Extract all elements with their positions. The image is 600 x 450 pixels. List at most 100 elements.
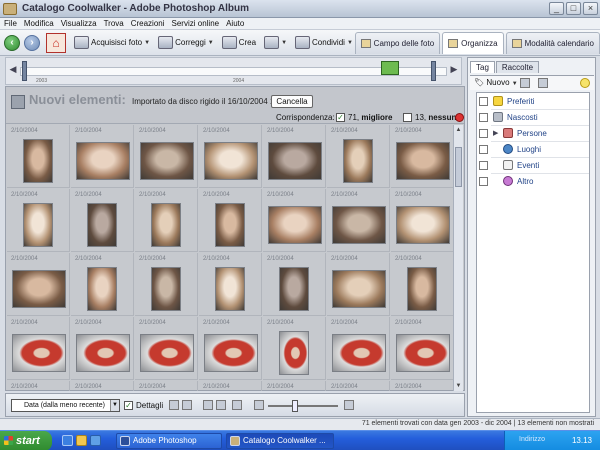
photo-cell[interactable]: 2/10/2004 — [135, 253, 198, 316]
photo-thumbnail[interactable] — [140, 142, 194, 180]
scroll-up-arrow[interactable]: ▲ — [454, 125, 463, 135]
zoom-slider-handle[interactable] — [292, 400, 298, 412]
photo-cell[interactable]: 2/10/2004 — [71, 381, 134, 391]
photo-thumbnail[interactable] — [87, 203, 117, 247]
photo-thumbnail[interactable] — [332, 270, 386, 308]
photo-thumbnail[interactable] — [215, 203, 245, 247]
timeline-position-marker[interactable] — [381, 61, 399, 75]
photo-cell[interactable]: 2/10/2004 — [71, 317, 134, 380]
photo-cell[interactable]: 2/10/2004 — [7, 381, 70, 391]
photo-cell[interactable]: 2/10/2004 — [327, 317, 390, 380]
zoom-in-icon[interactable] — [344, 400, 354, 410]
photo-cell[interactable]: 2/10/2004 — [71, 189, 134, 252]
photo-cell[interactable]: 2/10/2004 — [327, 381, 390, 391]
desktop-icon[interactable] — [90, 435, 101, 446]
photo-cell[interactable]: 2/10/2004 — [263, 253, 326, 316]
tab-tags[interactable]: Tag — [470, 61, 495, 73]
photo-thumbnail[interactable] — [279, 267, 309, 311]
photo-thumbnail[interactable] — [204, 334, 258, 372]
ie-icon[interactable] — [62, 435, 73, 446]
photo-cell[interactable]: 2/10/2004 — [71, 125, 134, 188]
zoom-out-icon[interactable] — [254, 400, 264, 410]
tab-calendar[interactable]: Modalità calendario — [505, 32, 600, 54]
photo-thumbnail[interactable] — [279, 331, 309, 375]
vertical-scrollbar[interactable]: ▲ ▼ — [453, 125, 463, 391]
photo-thumbnail[interactable] — [204, 142, 258, 180]
best-match-checkbox[interactable]: ✓ — [336, 113, 345, 122]
create-button[interactable]: Crea — [221, 36, 256, 49]
fix-button[interactable]: Correggi ▼ — [158, 36, 214, 49]
photo-thumbnail[interactable] — [76, 142, 130, 180]
tag-checkbox[interactable] — [479, 177, 488, 186]
rotate-left-icon[interactable] — [203, 400, 213, 410]
slideshow-icon[interactable] — [232, 400, 242, 410]
photo-cell[interactable]: 2/10/2004 — [263, 317, 326, 380]
photo-thumbnail[interactable] — [268, 206, 322, 244]
back-button[interactable]: ‹ — [4, 34, 20, 51]
photo-cell[interactable]: 2/10/2004 — [199, 189, 262, 252]
tag-favorites[interactable]: Preferiti — [477, 95, 589, 108]
single-photo-view-icon[interactable] — [169, 400, 179, 410]
photo-thumbnail[interactable] — [23, 203, 53, 247]
tab-photo-well[interactable]: Campo delle foto — [354, 32, 441, 54]
minimize-button[interactable]: _ — [549, 2, 564, 15]
photo-cell[interactable]: 2/10/2004 — [199, 381, 262, 391]
photo-thumbnail[interactable] — [151, 203, 181, 247]
photo-cell[interactable]: 2/10/2004 — [263, 189, 326, 252]
tab-collections[interactable]: Raccolte — [495, 61, 540, 73]
photo-cell[interactable]: 2/10/2004 — [199, 317, 262, 380]
menu-find[interactable]: Trova — [104, 19, 124, 28]
photo-cell[interactable]: 2/10/2004 — [391, 189, 454, 252]
tag-checkbox[interactable] — [479, 145, 488, 154]
home-button[interactable]: ⌂ — [46, 32, 66, 53]
photo-cell[interactable]: 2/10/2004 — [327, 253, 390, 316]
tag-people[interactable]: ▶ Persone — [477, 127, 589, 140]
menu-edit[interactable]: Modifica — [24, 19, 54, 28]
timeline-end-handle[interactable] — [431, 61, 436, 81]
photo-cell[interactable]: 2/10/2004 — [391, 381, 454, 391]
photo-thumbnail[interactable] — [23, 139, 53, 183]
photo-cell[interactable]: 2/10/2004 — [327, 189, 390, 252]
photo-cell[interactable]: 2/10/2004 — [327, 125, 390, 188]
photo-cell[interactable]: 2/10/2004 — [199, 253, 262, 316]
photo-cell[interactable]: 2/10/2004 — [135, 189, 198, 252]
scroll-down-arrow[interactable]: ▼ — [454, 381, 463, 391]
photo-cell[interactable]: 2/10/2004 — [135, 125, 198, 188]
photo-thumbnail[interactable] — [396, 334, 450, 372]
taskbar-photoshop[interactable]: Adobe Photoshop — [116, 433, 222, 449]
photo-cell[interactable]: 2/10/2004 — [391, 125, 454, 188]
tag-checkbox[interactable] — [479, 97, 488, 106]
photo-thumbnail[interactable] — [76, 334, 130, 372]
timeline[interactable]: ◀ 2003 2004 ▶ — [5, 57, 462, 85]
photo-thumbnail[interactable] — [268, 142, 322, 180]
expand-arrow-icon[interactable]: ▶ — [493, 129, 498, 137]
photo-cell[interactable]: 2/10/2004 — [7, 253, 70, 316]
photo-thumbnail[interactable] — [12, 270, 66, 308]
sort-order-select[interactable]: Data (dalla meno recente) ▼ — [11, 399, 120, 412]
tag-checkbox[interactable] — [479, 161, 488, 170]
photo-thumbnail[interactable] — [407, 267, 437, 311]
edit-icon[interactable] — [538, 78, 548, 88]
compare-view-icon[interactable] — [182, 400, 192, 410]
close-button[interactable]: × — [583, 2, 598, 15]
photo-cell[interactable]: 2/10/2004 — [199, 125, 262, 188]
photo-cell[interactable]: 2/10/2004 — [135, 381, 198, 391]
photo-thumbnail[interactable] — [332, 206, 386, 244]
taskbar-photoshop-album[interactable]: Catalogo Coolwalker ... — [226, 433, 334, 449]
timeline-left-arrow[interactable]: ◀ — [8, 64, 18, 78]
zoom-slider-track[interactable] — [268, 405, 338, 407]
no-match-checkbox[interactable] — [403, 113, 412, 122]
photo-thumbnail[interactable] — [140, 334, 194, 372]
photo-cell[interactable]: 2/10/2004 — [263, 125, 326, 188]
address-label[interactable]: Indirizzo — [519, 436, 545, 443]
rotate-right-icon[interactable] — [216, 400, 226, 410]
acquire-photos-button[interactable]: Acquisisci foto ▼ — [74, 36, 150, 49]
photo-cell[interactable]: 2/10/2004 — [7, 125, 70, 188]
tag-checkbox[interactable] — [479, 129, 488, 138]
tag-checkbox[interactable] — [479, 113, 488, 122]
tag-hidden[interactable]: Nascosti — [477, 111, 589, 124]
photo-thumbnail[interactable] — [215, 267, 245, 311]
photo-cell[interactable]: 2/10/2004 — [71, 253, 134, 316]
menu-file[interactable]: File — [4, 19, 17, 28]
delete-icon[interactable] — [520, 78, 530, 88]
